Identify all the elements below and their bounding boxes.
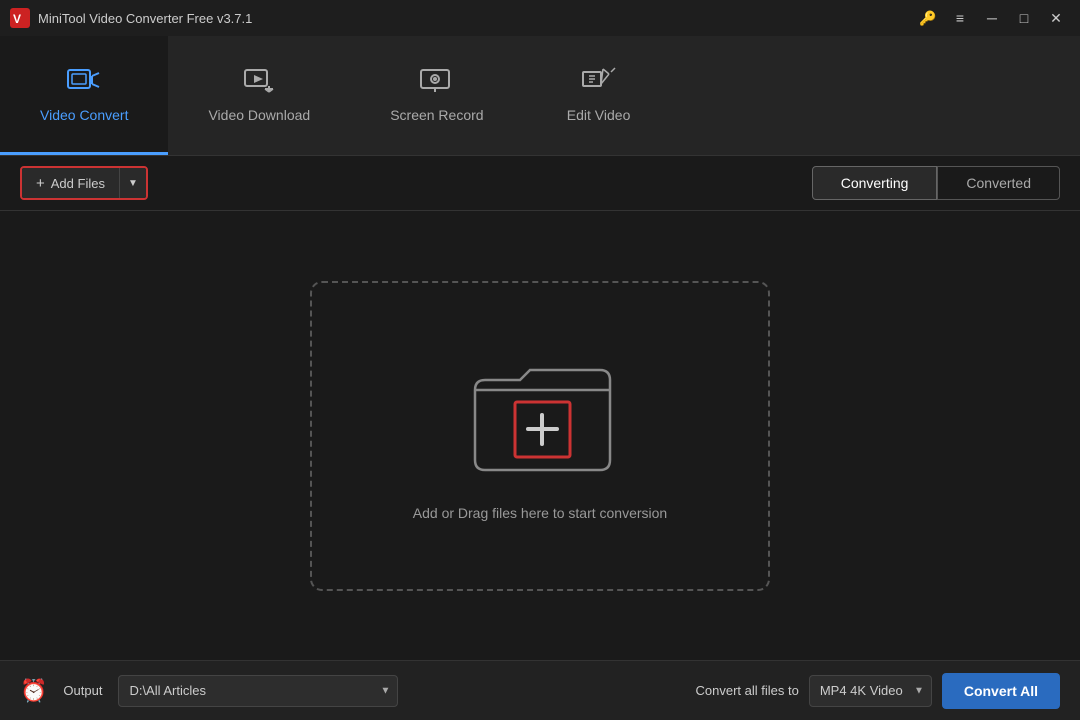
nav-label-edit-video: Edit Video (567, 107, 631, 123)
maximize-icon: □ (1020, 10, 1028, 26)
tab-converted-label: Converted (966, 175, 1031, 191)
nav-label-video-convert: Video Convert (40, 107, 128, 123)
nav-item-screen-record[interactable]: Screen Record (350, 36, 523, 155)
format-select-wrapper: MP4 4K Video MP4 1080p MP4 720p AVI MKV … (809, 675, 932, 707)
app-logo: V (10, 8, 30, 28)
tab-converting[interactable]: Converting (812, 166, 938, 200)
app-title: MiniTool Video Converter Free v3.7.1 (38, 11, 252, 26)
convert-all-button[interactable]: Convert All (942, 673, 1060, 709)
minimize-button[interactable]: ─ (978, 7, 1006, 29)
tab-converted[interactable]: Converted (937, 166, 1060, 200)
bottom-bar: ⏰ Output D:\All Articles ▼ Convert all f… (0, 660, 1080, 720)
key-icon: 🔑 (919, 10, 936, 27)
add-files-dropdown[interactable]: ▼ (119, 168, 146, 198)
add-files-group: + Add Files ▼ (20, 166, 148, 200)
tab-converting-label: Converting (841, 175, 909, 191)
screen-record-icon (419, 66, 455, 99)
convert-all-btn-label: Convert All (964, 683, 1038, 699)
svg-text:V: V (13, 12, 21, 26)
folder-add-icon (455, 350, 625, 485)
drop-zone[interactable]: Add or Drag files here to start conversi… (310, 281, 770, 591)
menu-icon: ≡ (956, 10, 964, 26)
menu-button[interactable]: ≡ (946, 7, 974, 29)
nav-item-video-convert[interactable]: Video Convert (0, 36, 168, 155)
edit-video-icon (581, 66, 617, 99)
nav-item-video-download[interactable]: Video Download (168, 36, 350, 155)
title-controls: 🔑 ≡ ─ □ ✕ (914, 7, 1070, 29)
key-button[interactable]: 🔑 (914, 7, 942, 29)
tabs-group: Converting Converted (812, 166, 1060, 200)
maximize-button[interactable]: □ (1010, 7, 1038, 29)
main-content: Add or Drag files here to start conversi… (0, 211, 1080, 660)
close-button[interactable]: ✕ (1042, 7, 1070, 29)
format-select[interactable]: MP4 4K Video MP4 1080p MP4 720p AVI MKV … (809, 675, 932, 707)
nav-label-screen-record: Screen Record (390, 107, 483, 123)
output-path-select[interactable]: D:\All Articles (118, 675, 398, 707)
output-path-wrapper: D:\All Articles ▼ (118, 675, 398, 707)
title-left: V MiniTool Video Converter Free v3.7.1 (10, 8, 252, 28)
add-files-button[interactable]: + Add Files (22, 168, 119, 198)
toolbar: + Add Files ▼ Converting Converted (0, 156, 1080, 211)
drop-zone-text: Add or Drag files here to start conversi… (413, 505, 667, 521)
dropdown-chevron-icon: ▼ (128, 178, 138, 189)
convert-all-group: Convert all files to MP4 4K Video MP4 10… (696, 673, 1060, 709)
nav-bar: Video Convert Video Download (0, 36, 1080, 156)
close-icon: ✕ (1050, 10, 1062, 27)
video-convert-icon (66, 66, 102, 99)
clock-icon: ⏰ (20, 678, 47, 704)
title-bar: V MiniTool Video Converter Free v3.7.1 🔑… (0, 0, 1080, 36)
output-label: Output (63, 683, 102, 698)
video-download-icon (241, 66, 277, 99)
add-files-label: Add Files (51, 176, 105, 191)
convert-all-label: Convert all files to (696, 683, 799, 698)
minimize-icon: ─ (987, 10, 997, 26)
nav-item-edit-video[interactable]: Edit Video (524, 36, 674, 155)
add-files-plus-icon: + (36, 175, 45, 192)
nav-label-video-download: Video Download (208, 107, 310, 123)
